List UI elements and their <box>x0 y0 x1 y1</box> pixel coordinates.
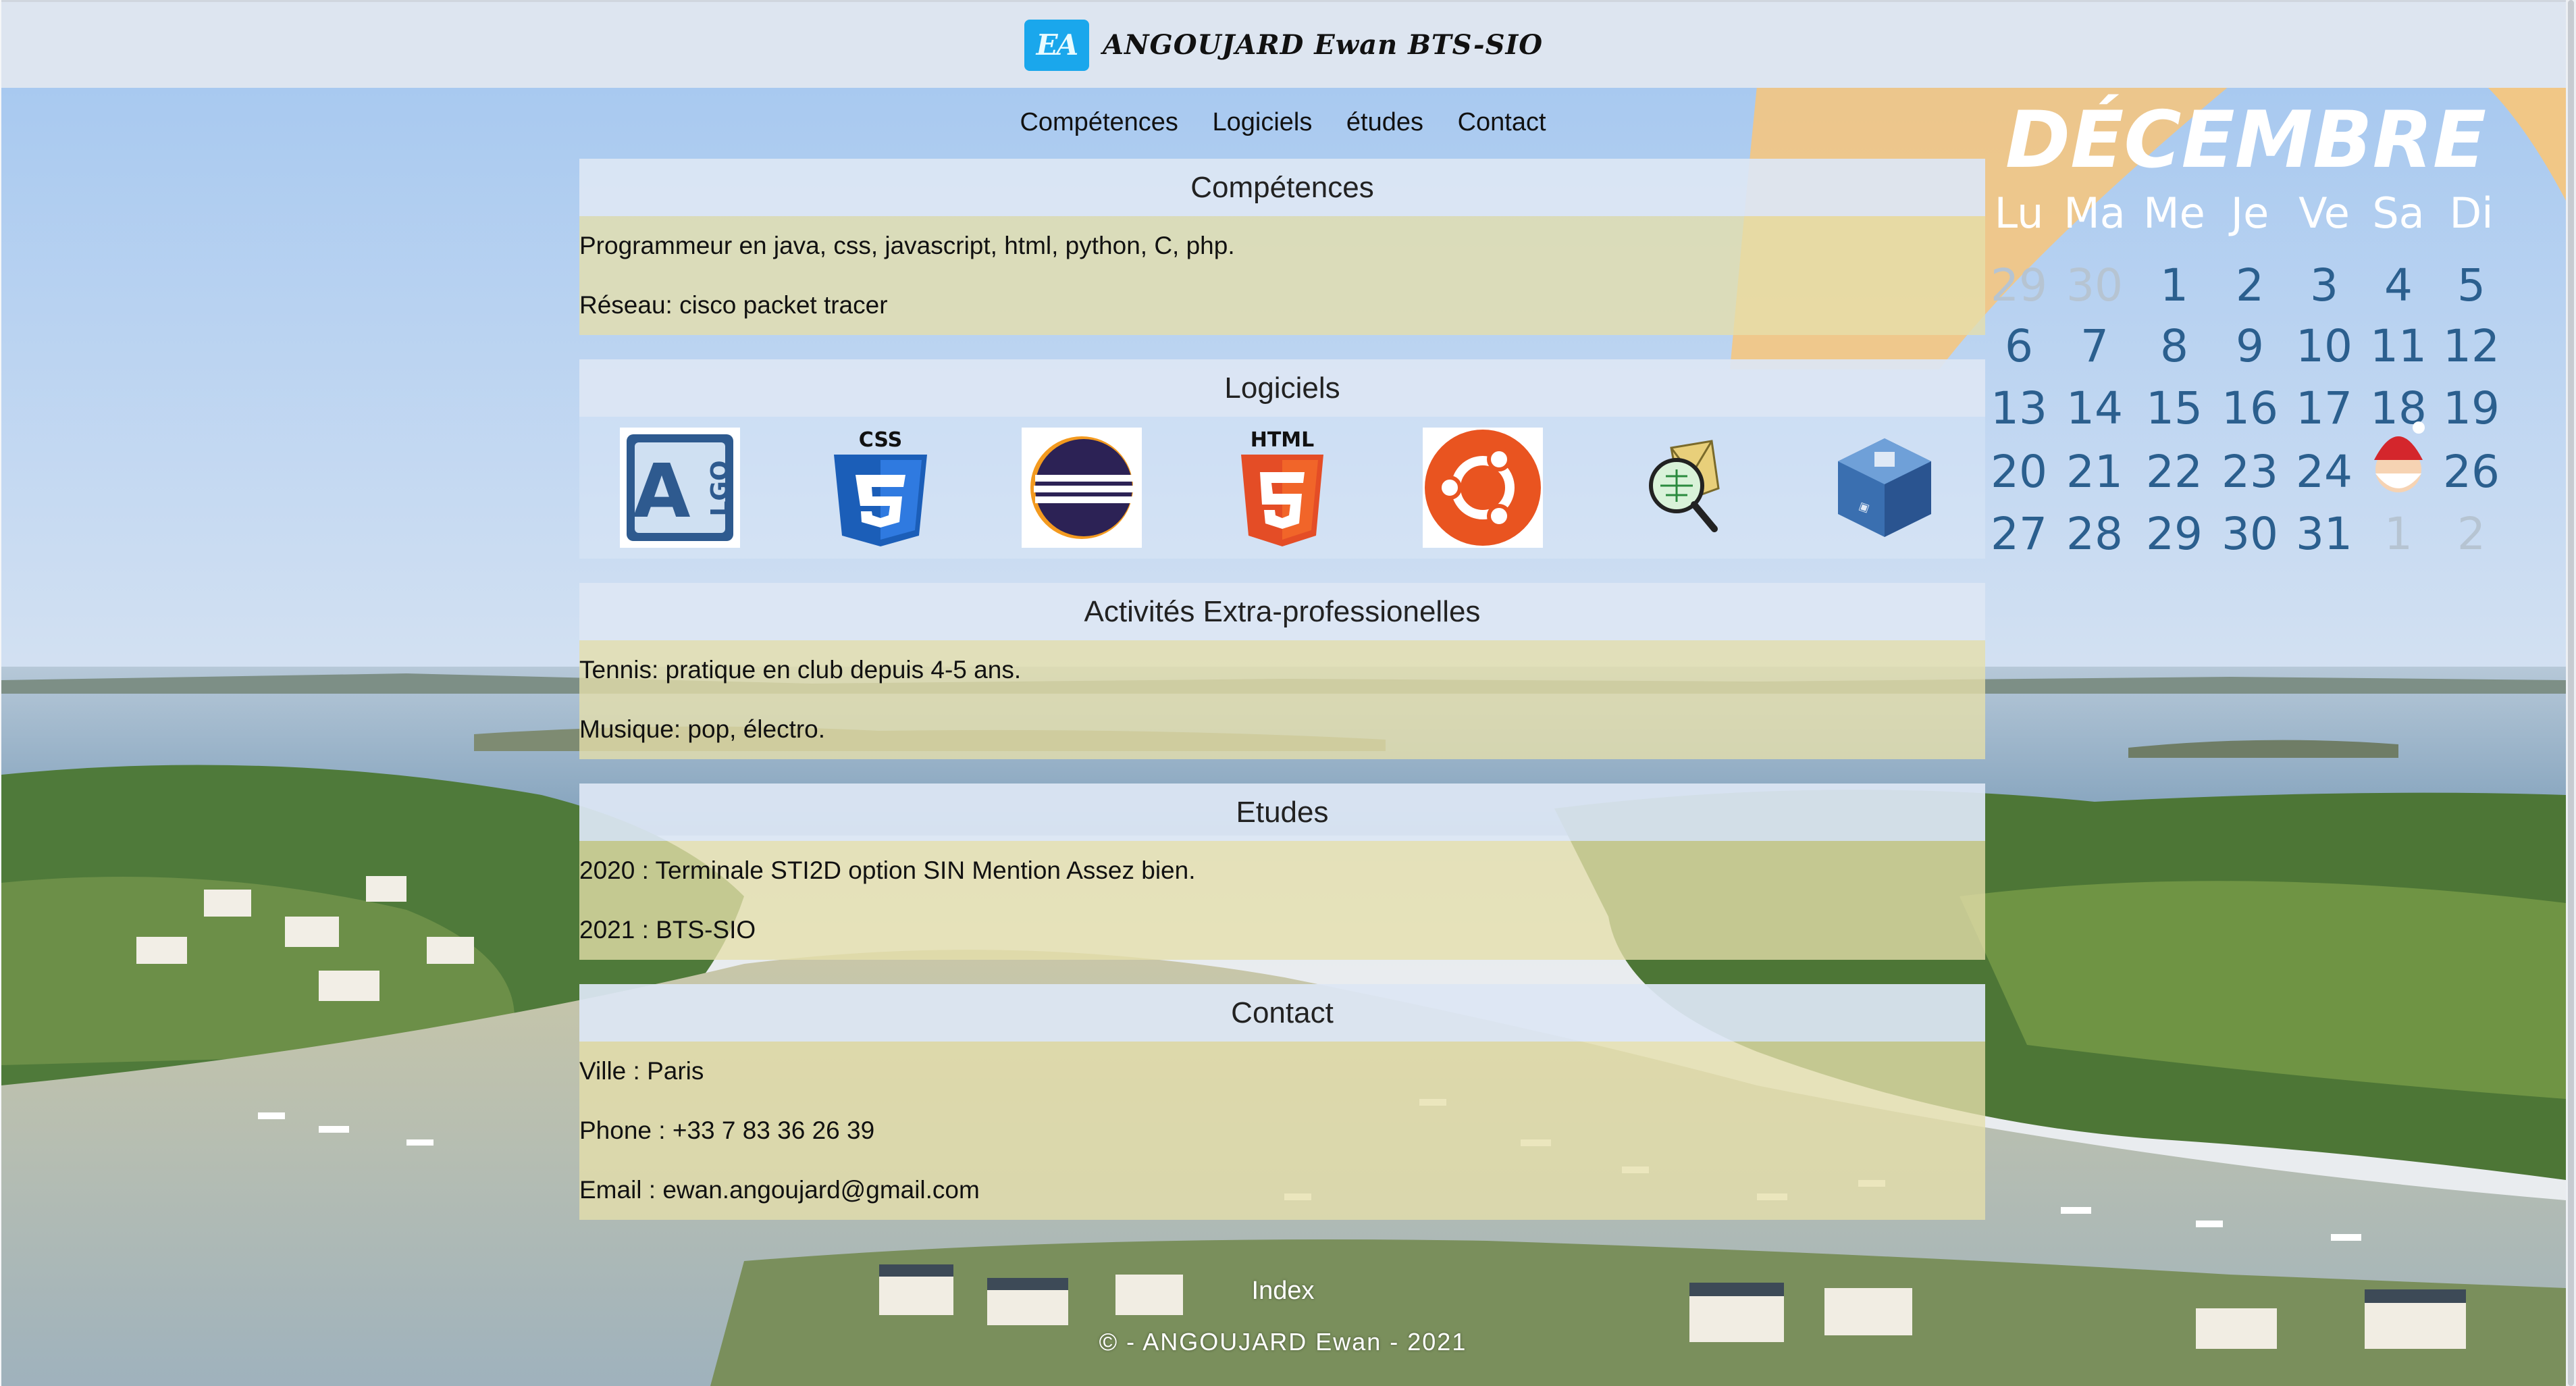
calendar-day: 23 <box>2222 446 2278 498</box>
section-title: Etudes <box>579 784 1985 841</box>
calendar-day: 29 <box>2146 508 2203 560</box>
calendar-day: 2 <box>2236 259 2264 311</box>
section-body: Ville : Paris Phone : +33 7 83 36 26 39 … <box>579 1042 1985 1220</box>
study-line: 2020 : Terminale STI2D option SIN Mentio… <box>579 856 1196 884</box>
section-title: Contact <box>579 984 1985 1042</box>
calendar-day: 26 <box>2443 446 2500 498</box>
calendar-day: 12 <box>2443 320 2500 372</box>
eclipse-icon[interactable] <box>1021 428 1142 548</box>
section-activites: Activités Extra-professionelles Tennis: … <box>579 583 1985 759</box>
section-body: 2020 : Terminale STI2D option SIN Mentio… <box>579 841 1985 960</box>
contact-city: Ville : Paris <box>579 1057 704 1085</box>
calendar-day: 7 <box>2080 320 2109 372</box>
footer-index-link[interactable]: Index <box>0 1277 2566 1306</box>
algo-sub: LGO <box>706 460 734 516</box>
calendar-day: 17 <box>2296 382 2352 434</box>
calendar-day: 27 <box>1991 508 2047 560</box>
nav-link-contact[interactable]: Contact <box>1458 108 1546 136</box>
calendar-day: 16 <box>2222 382 2278 434</box>
nav-link-competences[interactable]: Compétences <box>1020 108 1178 136</box>
algo-letter: A <box>633 448 690 534</box>
scrollbar[interactable] <box>2566 0 2576 1386</box>
calendar-month: DÉCEMBRE <box>2005 94 2486 186</box>
section-etudes: Etudes 2020 : Terminale STI2D option SIN… <box>579 784 1985 960</box>
section-contact: Contact Ville : Paris Phone : +33 7 83 3… <box>579 984 1985 1220</box>
calendar-day: 13 <box>1991 382 2047 434</box>
calendar-day: 1 <box>2384 508 2413 560</box>
section-title: Logiciels <box>579 359 1985 417</box>
algo-icon[interactable]: A LGO <box>619 428 740 548</box>
calendar-day: 31 <box>2296 508 2352 560</box>
study-line: 2021 : BTS-SIO <box>579 916 756 944</box>
calendar-day: 30 <box>2222 508 2278 560</box>
calendar-weekday: Lu <box>1995 188 2044 238</box>
calendar-day: 29 <box>1991 259 2047 311</box>
calendar-day: 20 <box>1991 446 2047 498</box>
scrollbar-thumb[interactable] <box>2568 0 2574 1386</box>
calendar-weekday: Di <box>2450 188 2494 238</box>
competence-line: Programmeur en java, css, javascript, ht… <box>579 232 1235 259</box>
calendar-day: 10 <box>2296 320 2352 372</box>
calendar-day: 6 <box>2005 320 2033 372</box>
nav-link-etudes[interactable]: études <box>1346 108 1423 136</box>
contact-email[interactable]: Email : ewan.angoujard@gmail.com <box>579 1160 1985 1220</box>
site-header: EA ANGOUJARD Ewan BTS-SIO <box>1 0 2566 88</box>
section-body: Programmeur en java, css, javascript, ht… <box>579 216 1985 335</box>
section-title: Compétences <box>579 159 1985 216</box>
css3-icon[interactable]: CSS <box>820 428 941 548</box>
calendar-day: 2 <box>2457 508 2486 560</box>
html-label: HTML <box>1251 428 1315 452</box>
section-competences: Compétences Programmeur en java, css, ja… <box>579 159 1985 335</box>
calendar-weekday: Me <box>2143 188 2205 238</box>
html5-icon[interactable]: HTML <box>1222 428 1342 548</box>
calendar-day: 24 <box>2296 446 2352 498</box>
contact-phone: Phone : +33 7 83 36 26 39 <box>579 1116 875 1144</box>
calendar-day: 9 <box>2236 320 2264 372</box>
footer-copyright: © - ANGOUJARD Ewan - 2021 <box>1099 1328 1467 1356</box>
section-title: Activités Extra-professionelles <box>579 583 1985 640</box>
ubuntu-icon[interactable] <box>1423 428 1544 548</box>
css-label: CSS <box>859 428 902 452</box>
nav-link-logiciels[interactable]: Logiciels <box>1212 108 1312 136</box>
main-content: Compétences Programmeur en java, css, ja… <box>579 159 1985 1220</box>
calendar-day: 4 <box>2384 259 2413 311</box>
competence-line: Réseau: cisco packet tracer <box>579 291 888 319</box>
calendar-weekday: Sa <box>2372 188 2424 238</box>
calendar-day: 19 <box>2443 382 2500 434</box>
calendar-day: 22 <box>2146 446 2203 498</box>
calendar-day: 8 <box>2160 320 2188 372</box>
virtualbox-icon[interactable]: ▣ <box>1824 428 1945 548</box>
calendar-weekday: Je <box>2228 188 2269 238</box>
calendar-weekday: Ve <box>2298 188 2350 238</box>
section-logiciels: Logiciels A LGO CSS HTML ▣ <box>579 359 1985 559</box>
calendar-widget: DÉCEMBRE Lu Ma Me Je Ve Sa Di 29 30 1 2 3 4 5 6 7 8 9 10 1… <box>1978 86 2566 572</box>
calendar-weekday: Ma <box>2064 188 2126 238</box>
calendar-day: 21 <box>2066 446 2123 498</box>
site-title: ANGOUJARD Ewan BTS-SIO <box>1102 29 1544 61</box>
logo-text: EA <box>1036 28 1079 61</box>
calendar-day: 30 <box>2066 259 2123 311</box>
calendar-day: 11 <box>2370 320 2427 372</box>
calendar-day: 28 <box>2066 508 2123 560</box>
calendar-day: 3 <box>2310 259 2338 311</box>
netscan-icon[interactable] <box>1624 428 1744 548</box>
calendar-day: 5 <box>2457 259 2486 311</box>
software-icons: A LGO CSS HTML ▣ <box>579 417 1985 559</box>
calendar-day: 14 <box>2066 382 2123 434</box>
activity-line: Musique: pop, électro. <box>579 715 826 743</box>
section-body: Tennis: pratique en club depuis 4-5 ans.… <box>579 640 1985 759</box>
calendar-graphic: DÉCEMBRE Lu Ma Me Je Ve Sa Di 29 30 1 2 3 4 56 7 8 9 10 1… <box>1991 94 2500 560</box>
calendar-day: 15 <box>2146 382 2203 434</box>
calendar-day: 1 <box>2160 259 2188 311</box>
activity-line: Tennis: pratique en club depuis 4-5 ans. <box>579 656 1022 684</box>
site-logo[interactable]: EA <box>1024 19 1089 71</box>
